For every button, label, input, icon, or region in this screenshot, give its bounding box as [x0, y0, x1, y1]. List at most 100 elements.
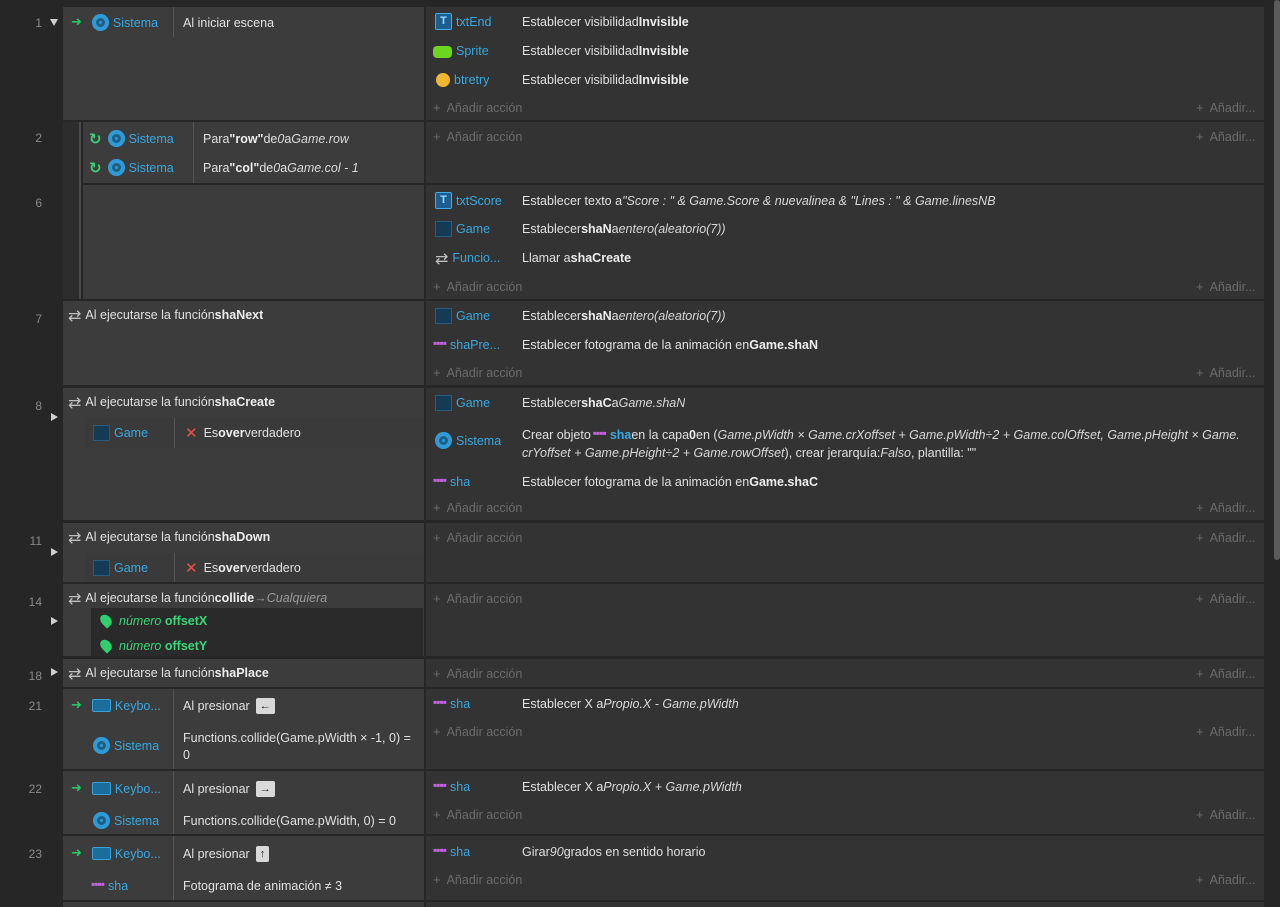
event-18-actions[interactable]: + Añadir acción + Añadir...: [426, 659, 1264, 687]
emoji-icon: [436, 72, 450, 87]
cross-icon: ✕: [185, 560, 198, 576]
action-object: Game: [456, 221, 491, 236]
add-action-right-button[interactable]: + Añadir...: [1196, 529, 1255, 546]
trigger-arrow-icon: ➜: [71, 780, 82, 795]
condition-object: Sistema: [114, 738, 160, 753]
add-action-right-button[interactable]: + Añadir...: [1196, 665, 1255, 682]
parameter-offsety[interactable]: número offsetY: [97, 637, 207, 654]
line-number: 1: [35, 16, 42, 30]
event-14-conditions[interactable]: ⇄ Al ejecutarse la función collide → Cua…: [63, 584, 424, 656]
action-object: sha: [450, 779, 471, 794]
sprite-icon: [433, 45, 452, 58]
event-14-actions[interactable]: + Añadir acción + Añadir...: [426, 584, 1264, 656]
function-icon: ⇄: [68, 666, 82, 681]
add-action-right-button[interactable]: + Añadir...: [1196, 278, 1255, 295]
add-action-right-button[interactable]: + Añadir...: [1196, 99, 1255, 116]
trigger-arrow-icon: ➜: [71, 14, 82, 29]
event-6-actions[interactable]: T txtScore Establecer texto a "Score : "…: [426, 185, 1264, 299]
event-11-conditions[interactable]: ⇄ Al ejecutarse la función shaDown Game …: [63, 523, 424, 582]
dotted-sprite-icon: ▪▪▪▪: [433, 695, 447, 709]
action-object: Game: [456, 308, 491, 323]
event-22-actions[interactable]: ▪▪▪▪ sha Establecer X a Propio.X + Game.…: [426, 771, 1264, 834]
event-21-actions[interactable]: ▪▪▪▪ sha Establecer X a Propio.X - Game.…: [426, 689, 1264, 769]
add-action-button[interactable]: + Añadir acción: [433, 99, 522, 116]
add-action-button[interactable]: + Añadir acción: [433, 723, 522, 740]
action-row[interactable]: btretry: [436, 71, 489, 88]
add-action-right-button[interactable]: + Añadir...: [1196, 871, 1255, 888]
gear-icon: [107, 130, 125, 147]
gear-icon: [91, 14, 109, 31]
add-action-button[interactable]: + Añadir acción: [433, 128, 522, 145]
action-object: sha: [450, 474, 471, 489]
gear-icon: [93, 812, 110, 829]
event-23-actions[interactable]: ▪▪▪▪ sha Girar 90 grados en sentido hora…: [426, 836, 1264, 900]
action-text: Establecer visibilidad: [522, 43, 639, 58]
action-object: Funcio...: [452, 250, 501, 265]
action-object: sha: [450, 844, 471, 859]
event-23-conditions[interactable]: ➜ Keybo... Al presionar ↑ ▪▪▪▪ sha Fotogr…: [63, 836, 424, 900]
keyboard-icon: [91, 847, 111, 860]
event-8-actions[interactable]: Game Establecer shaC a Game.shaN Sistema…: [426, 388, 1264, 520]
add-action-button[interactable]: + Añadir acción: [433, 278, 522, 295]
event-22-conditions[interactable]: ➜ Keybo... Al presionar → Sistema Functio…: [63, 771, 424, 834]
condition-object: Sistema: [128, 160, 174, 175]
add-action-right-button[interactable]: + Añadir...: [1196, 128, 1255, 145]
event-1-actions[interactable]: T txtEnd Establecer visibilidad Invisibl…: [426, 7, 1264, 120]
event-1-conditions[interactable]: ➜ Sistema Al iniciar escena: [63, 7, 424, 120]
function-icon: ⇄: [68, 395, 82, 410]
keyboard-icon: [91, 699, 111, 712]
add-action-button[interactable]: + Añadir acción: [433, 499, 522, 516]
line-number: 11: [29, 534, 42, 548]
line-number: 14: [28, 595, 42, 609]
add-action-button[interactable]: + Añadir acción: [433, 364, 522, 381]
condition-object: Sistema: [114, 813, 160, 828]
action-object: Game: [456, 395, 491, 410]
dotted-sprite-icon: ▪▪▪▪: [91, 877, 105, 891]
add-action-button[interactable]: + Añadir acción: [433, 806, 522, 823]
add-action-button[interactable]: + Añadir acción: [433, 871, 522, 888]
add-action-button[interactable]: + Añadir acción: [433, 590, 522, 607]
event-11-actions[interactable]: + Añadir acción + Añadir...: [426, 523, 1264, 582]
trigger-arrow-icon: ➜: [71, 845, 82, 860]
key-up: ↑: [255, 845, 270, 862]
line-number: 7: [35, 312, 42, 326]
event-21-conditions[interactable]: ➜ Keybo... Al presionar ← Sistema Functio…: [63, 689, 424, 769]
add-action-right-button[interactable]: + Añadir...: [1196, 590, 1255, 607]
event-2-actions[interactable]: + Añadir acción + Añadir...: [426, 122, 1264, 183]
add-action-right-button[interactable]: + Añadir...: [1196, 499, 1255, 516]
dotted-sprite-icon: ▪▪▪▪: [433, 336, 447, 350]
add-action-right-button[interactable]: + Añadir...: [1196, 364, 1255, 381]
line-number: 23: [28, 847, 42, 861]
expand-arrow-icon[interactable]: [51, 413, 58, 421]
add-action-button[interactable]: + Añadir acción: [433, 665, 522, 682]
expand-arrow-icon[interactable]: [51, 617, 58, 625]
action-row[interactable]: T txtEnd: [435, 13, 491, 30]
event-2-conditions[interactable]: ↻ Sistema Para "row" de 0 a Game.row ↻ S…: [83, 122, 424, 183]
action-object: Sistema: [456, 433, 502, 448]
collapse-arrow-icon[interactable]: [50, 19, 58, 26]
action-object: Sprite: [456, 43, 489, 58]
action-text: Establecer visibilidad: [522, 14, 639, 29]
parameter-offsetx[interactable]: número offsetX: [97, 612, 207, 629]
add-action-button[interactable]: + Añadir acción: [433, 529, 522, 546]
condition-object: Sistema: [112, 15, 159, 30]
action-row[interactable]: Sprite: [433, 42, 489, 59]
line-number: 2: [35, 131, 42, 145]
event-7-conditions[interactable]: ⇄ Al ejecutarse la función shaNext: [63, 301, 424, 385]
trigger-arrow-icon: ➜: [71, 697, 82, 712]
line-number: 18: [28, 669, 42, 683]
expand-arrow-icon[interactable]: [51, 668, 58, 676]
add-action-right-button[interactable]: + Añadir...: [1196, 806, 1255, 823]
expand-arrow-icon[interactable]: [51, 548, 58, 556]
event-18-conditions[interactable]: ⇄ Al ejecutarse la función shaPlace: [63, 659, 424, 687]
dotted-sprite-icon: ▪▪▪▪: [433, 778, 447, 792]
loop-icon: ↻: [89, 160, 102, 176]
action-object: shaPre...: [450, 337, 501, 352]
add-action-right-button[interactable]: + Añadir...: [1196, 723, 1255, 740]
game-object-icon: [93, 424, 110, 441]
vertical-scrollbar[interactable]: [1274, 0, 1280, 560]
event-7-actions[interactable]: Game Establecer shaN a entero(aleatorio(…: [426, 301, 1264, 385]
condition-object: Game: [114, 425, 149, 440]
event-8-conditions[interactable]: ⇄ Al ejecutarse la función shaCreate Gam…: [63, 388, 424, 520]
event-6-conditions[interactable]: [83, 185, 424, 299]
